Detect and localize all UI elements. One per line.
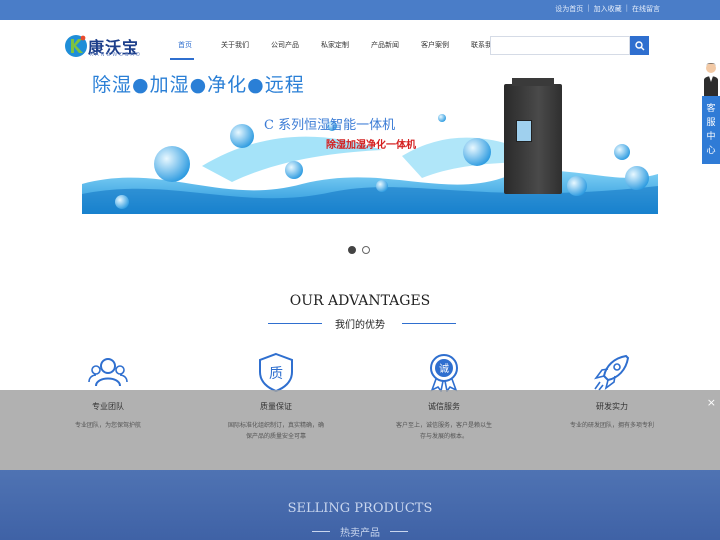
service-char: 客	[706, 104, 716, 114]
logo-subtext: KANGWOBAO	[90, 52, 142, 58]
service-char: 服	[706, 118, 716, 128]
main-nav: 首页 关于我们 公司产品 私家定制 产品新闻 客户案例 联系我们	[160, 38, 510, 60]
integrity-icon: 诚	[430, 354, 458, 392]
advantage-name: 质量保证	[260, 402, 292, 411]
advantage-name: 研发实力	[596, 402, 628, 411]
rocket-icon	[594, 354, 630, 391]
product-machine-image	[504, 78, 562, 194]
nav-products[interactable]: 公司产品	[260, 38, 310, 58]
advantage-name: 诚信服务	[428, 402, 460, 411]
advantage-desc: 国际标准化组织制订，真实精确，确保产品的质量安全可靠	[227, 422, 324, 440]
logo[interactable]: 康沃宝 KANGWOBAO	[64, 32, 154, 62]
search-icon	[634, 40, 644, 50]
search-button[interactable]	[630, 36, 649, 55]
carousel-dot-2[interactable]	[362, 246, 370, 254]
banner-headline: 除湿●加湿●净化●远程	[92, 74, 305, 96]
banner-subtitle-red: 除湿加湿净化一体机	[326, 140, 416, 151]
divider-right	[390, 531, 408, 532]
customer-service-tab[interactable]: 客 服 中 心	[702, 96, 720, 164]
nav-cases[interactable]: 客户案例	[410, 38, 460, 58]
machine-screen	[516, 120, 532, 142]
quality-icon: 质	[259, 352, 293, 392]
hero-banner[interactable]: 除湿●加湿●净化●远程 C 系列恒湿智能一体机 除湿加湿净化一体机	[82, 66, 658, 214]
advantage-desc: 专业的研发团队，拥有多项专利	[569, 422, 654, 429]
nav-about[interactable]: 关于我们	[210, 38, 260, 58]
divider-right	[402, 323, 456, 324]
team-icon	[88, 358, 128, 387]
svg-text:诚: 诚	[439, 363, 449, 375]
separator: |	[625, 4, 628, 12]
search-input[interactable]	[490, 36, 630, 55]
advantages-subtitle: 我们的优势	[335, 320, 385, 331]
set-homepage-link[interactable]: 设为首页	[555, 4, 583, 14]
carousel-dots	[348, 246, 370, 254]
overlay-close-button[interactable]: ×	[707, 396, 716, 409]
advantage-name: 专业团队	[92, 402, 124, 411]
selling-subtitle: 热卖产品	[340, 528, 380, 539]
service-char: 中	[706, 132, 716, 142]
logo-mark-icon	[65, 35, 87, 57]
separator: |	[587, 4, 590, 12]
selling-title: SELLING PRODUCTS	[287, 501, 433, 516]
nav-news[interactable]: 产品新闻	[360, 38, 410, 58]
nav-home[interactable]: 首页	[160, 38, 210, 60]
svg-text:质: 质	[269, 366, 283, 382]
advantage-desc: 专业团队，为您保驾护航	[74, 422, 141, 429]
add-favorite-link[interactable]: 加入收藏	[594, 4, 622, 14]
top-links: 设为首页 | 加入收藏 | 在线留言	[555, 4, 660, 14]
online-message-link[interactable]: 在线留言	[632, 4, 660, 14]
service-agent-avatar[interactable]	[702, 60, 720, 96]
banner-subtitle: C 系列恒湿智能一体机	[264, 118, 396, 133]
nav-custom[interactable]: 私家定制	[310, 38, 360, 58]
service-char: 心	[706, 146, 716, 156]
carousel-dot-1[interactable]	[348, 246, 356, 254]
machine-top	[512, 78, 554, 86]
advantages-title: OUR ADVANTAGES	[289, 293, 431, 309]
advantage-desc: 客户至上，诚信服务，客户是赖以生存与发展的根本。	[395, 422, 492, 440]
